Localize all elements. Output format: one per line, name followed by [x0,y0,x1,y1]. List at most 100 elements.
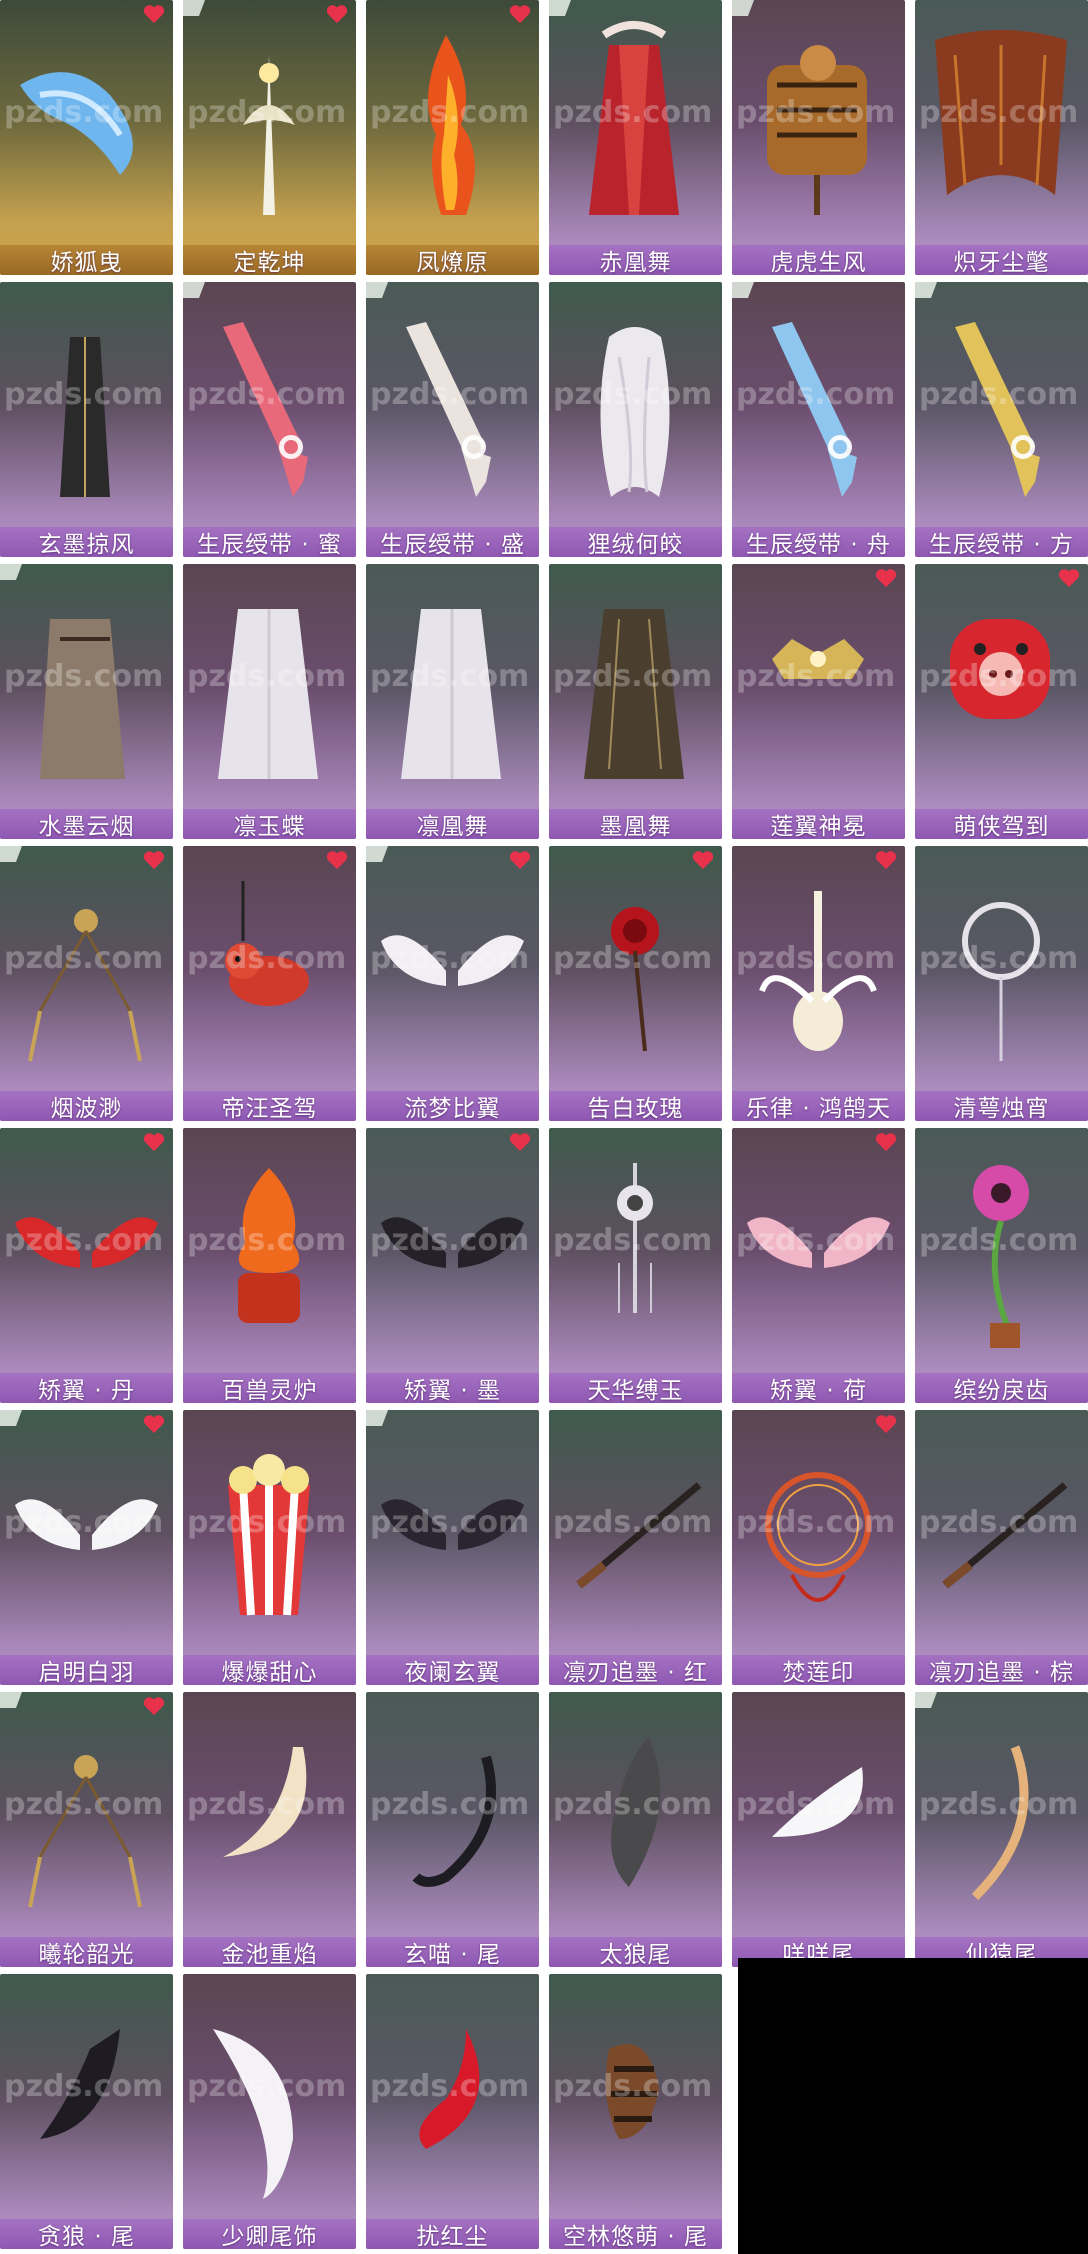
item-image [28,1755,142,1908]
heart-icon [326,5,348,24]
heart-icon [509,5,531,24]
item-card[interactable]: pzds.com 水墨云烟 [0,564,173,839]
heart-icon [143,851,165,870]
item-card[interactable]: pzds.com 虎虎生风 [732,0,905,275]
item-card[interactable]: pzds.com 太狼尾 [549,1692,722,1967]
item-image [765,1472,871,1602]
item-name: 焚莲印 [732,1655,905,1685]
item-card[interactable]: pzds.com 玄墨掠风 [0,282,173,557]
item-image [406,322,491,497]
item-image [971,1745,1029,1901]
item-name: 启明白羽 [0,1655,173,1685]
heart-icon [326,851,348,870]
item-name: 矫翼 · 丹 [0,1373,173,1403]
corner-tag-icon [0,1410,22,1426]
item-image [213,2029,293,2199]
item-card[interactable]: pzds.com 赤凰舞 [549,0,722,275]
item-card[interactable]: pzds.com 凛凰舞 [366,564,539,839]
item-name: 清萼烛宵 [915,1091,1088,1121]
item-name: 告白玫瑰 [549,1091,722,1121]
item-card[interactable]: pzds.com 缤纷戾齿 [915,1128,1088,1403]
item-card[interactable]: pzds.com 矫翼 · 丹 [0,1128,173,1403]
item-card[interactable]: pzds.com 生辰绶带 · 方 [915,282,1088,557]
item-card[interactable]: pzds.com 清萼烛宵 [915,846,1088,1121]
item-image [589,21,679,215]
item-name: 凛刃追墨 · 红 [549,1655,722,1685]
item-image [747,1217,890,1268]
item-image [419,2029,480,2149]
item-name: 凛凰舞 [366,809,539,839]
item-card[interactable]: pzds.com 狸绒何皎 [549,282,722,557]
item-name: 贪狼 · 尾 [0,2219,173,2249]
item-card[interactable]: pzds.com 焚莲印 [732,1410,905,1685]
item-card[interactable]: pzds.com 生辰绶带 · 舟 [732,282,905,557]
item-image [950,619,1050,719]
item-name: 玄墨掠风 [0,527,173,557]
item-card[interactable]: pzds.com 咩咩尾 [732,1692,905,1967]
item-name: 曦轮韶光 [0,1937,173,1967]
item-card[interactable]: pzds.com 矫翼 · 墨 [366,1128,539,1403]
item-image [15,1499,158,1550]
item-image [40,2029,120,2139]
corner-tag-icon [915,282,937,298]
item-card[interactable]: pzds.com 扰红尘 [366,1974,539,2249]
item-name: 凤燎原 [366,245,539,275]
item-card[interactable]: pzds.com 烟波渺 [0,846,173,1121]
item-name: 生辰绶带 · 蜜 [183,527,356,557]
corner-tag-icon [366,282,388,298]
item-name: 帝汪圣驾 [183,1091,356,1121]
item-image [243,55,295,215]
heart-icon [1058,569,1080,588]
item-card[interactable]: pzds.com 凛刃追墨 · 棕 [915,1410,1088,1685]
item-card[interactable]: pzds.com 爆爆甜心 [183,1410,356,1685]
item-card[interactable]: pzds.com 夜阑玄翼 [366,1410,539,1685]
item-image [228,1454,310,1616]
item-image [218,609,318,779]
item-name: 金池重焰 [183,1937,356,1967]
item-image [381,935,524,986]
item-card[interactable]: pzds.com 空林悠萌 · 尾 [549,1974,722,2249]
item-image [381,1499,524,1550]
item-card[interactable]: pzds.com 矫翼 · 荷 [732,1128,905,1403]
item-card[interactable]: pzds.com 墨凰舞 [549,564,722,839]
item-card[interactable]: pzds.com 生辰绶带 · 蜜 [183,282,356,557]
item-name: 烟波渺 [0,1091,173,1121]
item-card[interactable]: pzds.com 金池重焰 [183,1692,356,1967]
item-image [223,1747,307,1857]
item-image [428,35,475,215]
item-card[interactable]: pzds.com 玄喵 · 尾 [366,1692,539,1967]
item-card[interactable]: pzds.com 曦轮韶光 [0,1692,173,1967]
item-card[interactable]: pzds.com 仙猿尾 [915,1692,1088,1967]
item-image [611,907,659,1052]
item-card[interactable]: pzds.com 告白玫瑰 [549,846,722,1121]
item-card[interactable]: pzds.com 生辰绶带 · 盛 [366,282,539,557]
item-card[interactable]: pzds.com 凤燎原 [366,0,539,275]
item-card[interactable]: pzds.com 凛刃追墨 · 红 [549,1410,722,1685]
item-name: 缤纷戾齿 [915,1373,1088,1403]
heart-icon [875,1415,897,1434]
item-image [973,1165,1029,1348]
item-name: 定乾坤 [183,245,356,275]
item-image [401,609,501,779]
item-card[interactable]: pzds.com 定乾坤 [183,0,356,275]
item-card[interactable]: pzds.com 莲翼神冕 [732,564,905,839]
item-card[interactable]: pzds.com 百兽灵炉 [183,1128,356,1403]
item-card[interactable]: pzds.com 天华缚玉 [549,1128,722,1403]
item-card[interactable]: pzds.com 乐律 · 鸿鹄天 [732,846,905,1121]
item-card[interactable]: pzds.com 炽牙尘氅 [915,0,1088,275]
heart-icon [143,1415,165,1434]
item-card[interactable]: pzds.com 娇狐曳 [0,0,173,275]
heart-icon [509,851,531,870]
item-card[interactable]: pzds.com 流梦比翼 [366,846,539,1121]
item-card[interactable]: pzds.com 萌侠驾到 [915,564,1088,839]
item-card[interactable]: pzds.com 贪狼 · 尾 [0,1974,173,2249]
heart-icon [692,851,714,870]
item-card[interactable]: pzds.com 凛玉蝶 [183,564,356,839]
item-image [28,909,142,1062]
item-image [962,902,1040,1061]
corner-tag-icon [915,1692,937,1708]
item-card[interactable]: pzds.com 少卿尾饰 [183,1974,356,2249]
item-card[interactable]: pzds.com 帝汪圣驾 [183,846,356,1121]
corner-tag-icon [366,846,388,862]
item-card[interactable]: pzds.com 启明白羽 [0,1410,173,1685]
